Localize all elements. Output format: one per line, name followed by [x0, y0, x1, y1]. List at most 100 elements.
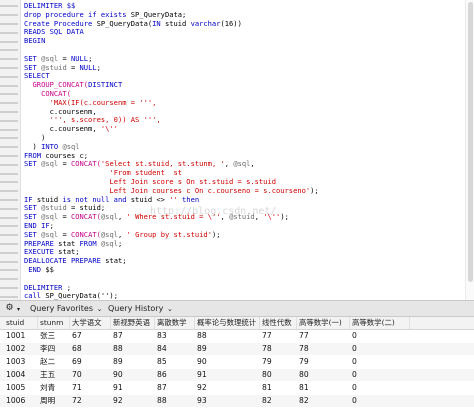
table-row[interactable]: 1004 王五 70 90 86 91 80 80 0 [0, 369, 474, 381]
code-token: DEALLOCATE PREPARE [24, 256, 106, 266]
gutter-marker [0, 111, 18, 113]
gutter-marker [0, 287, 18, 289]
gutter-marker [0, 295, 18, 298]
gutter-marker [0, 269, 18, 272]
code-line: BEGIN [24, 36, 464, 46]
gutter-marker [0, 207, 18, 210]
code-line: READS SQL DATA [24, 27, 464, 37]
table-cell: 88 [197, 331, 207, 340]
column-header[interactable]: stuid [4, 317, 38, 329]
watermark-text: http://blog.csdn.net/ [150, 206, 277, 217]
code-token: @sql [41, 212, 59, 222]
code-token: ; [66, 282, 71, 292]
code-token: INTO [41, 141, 63, 151]
gutter-marker [0, 5, 18, 8]
table-cell: 0 [352, 396, 357, 405]
chevron-down-icon: ▾ [17, 306, 21, 313]
gutter-marker [0, 40, 18, 43]
column-header[interactable]: 高等数学(二) [350, 317, 410, 329]
code-line: GROUP_CONCAT(DISTINCT [24, 80, 464, 90]
table-cell: 92 [197, 383, 207, 392]
code-token: READS SQL DATA [24, 27, 84, 37]
code-token: , [250, 159, 255, 169]
table-cell: 77 [299, 331, 309, 340]
table-row[interactable]: 1001 张三 67 87 83 88 77 77 0 [0, 330, 474, 342]
code-token: ; [49, 220, 54, 230]
column-header[interactable]: 高等数学(一) [297, 317, 350, 329]
query-favorites-button[interactable]: Query Favorites ⌄ [30, 302, 104, 315]
table-cell: 赵二 [40, 357, 56, 366]
code-token: SET [24, 203, 42, 213]
table-cell: 88 [157, 396, 167, 405]
table-row[interactable]: 1002 李四 68 88 84 89 78 78 0 [0, 343, 474, 355]
table-cell: 72 [72, 396, 82, 405]
table-cell: 90 [197, 357, 207, 366]
code-token: (16)) [220, 18, 242, 28]
code-token: PREPARE [24, 238, 59, 248]
editor-vertical-scrollbar[interactable] [465, 0, 474, 300]
code-line: END $$ [24, 265, 464, 275]
code-token: = [58, 212, 71, 222]
code-token: ); [280, 212, 289, 222]
code-token: = [66, 62, 80, 72]
gutter-marker [0, 84, 18, 87]
code-token: @sql [41, 159, 59, 169]
gutter-marker [0, 23, 18, 25]
code-token: ); [310, 185, 319, 195]
code-line: Create Procedure SP_QueryData(IN stuid v… [24, 18, 464, 29]
table-cell: 张三 [40, 331, 56, 340]
chevron-down-icon: ⌄ [166, 305, 173, 313]
gutter-marker [0, 58, 18, 61]
table-cell: 87 [157, 383, 167, 392]
code-token: SET [24, 229, 42, 239]
code-token: BEGIN [24, 36, 46, 46]
column-header[interactable]: 概率论与数理统计 [195, 317, 260, 329]
table-row[interactable]: 1005 刘青 71 91 87 92 81 81 0 [0, 382, 474, 394]
code-token: c.coursenm, [24, 106, 97, 116]
code-token: , [118, 229, 127, 239]
column-header[interactable]: 新视野英语 [111, 317, 155, 329]
column-header[interactable]: stunm [38, 317, 70, 329]
table-cell: 1006 [6, 396, 26, 405]
table-cell: 81 [299, 383, 309, 392]
table-cell: 88 [113, 344, 123, 353]
column-header[interactable]: 大学语文 [70, 317, 111, 329]
code-token: stuid [164, 18, 191, 28]
table-row[interactable]: 1006 周明 72 92 88 93 82 82 0 [0, 395, 474, 407]
gutter-marker [0, 234, 18, 237]
code-token: NULL [79, 62, 97, 72]
table-cell: 79 [262, 357, 272, 366]
code-area[interactable]: DELIMITER $$ drop procedure if exists SP_… [24, 1, 464, 301]
table-cell: 90 [113, 370, 123, 379]
gear-menu-caret[interactable]: ▾ [17, 302, 20, 315]
gutter-marker [0, 190, 18, 193]
table-cell: 1001 [6, 331, 26, 340]
code-token: = [58, 159, 71, 169]
code-token: FROM [24, 150, 46, 160]
table-cell: 89 [197, 344, 207, 353]
code-token: @stuid [41, 203, 67, 213]
column-header[interactable]: 线性代数 [260, 317, 297, 329]
table-row[interactable]: 1003 赵二 69 89 85 90 79 79 0 [0, 356, 474, 368]
code-token: @sql [41, 53, 59, 63]
column-header[interactable]: 离散数学 [155, 317, 195, 329]
gutter-marker [0, 155, 18, 157]
query-history-button[interactable]: Query History ⌄ [108, 302, 174, 315]
gutter-marker [0, 172, 18, 175]
code-token: IF [24, 194, 37, 204]
code-token: ' Group by st.stuid' [126, 229, 212, 239]
sql-editor[interactable]: DELIMITER $$ drop procedure if exists SP_… [0, 0, 474, 300]
table-cell: 0 [352, 383, 357, 392]
code-token: FROM [79, 238, 101, 248]
code-token: @sql [100, 238, 118, 248]
scrollbar-thumb[interactable] [468, 2, 473, 282]
gear-icon[interactable]: ⚙ [4, 302, 15, 315]
gutter-marker [0, 75, 18, 78]
table-cell: 87 [113, 331, 123, 340]
app-window: DELIMITER $$ drop procedure if exists SP_… [0, 0, 474, 411]
gutter-marker [0, 216, 18, 219]
gutter-marker [0, 251, 18, 254]
code-token: is not null and [62, 194, 131, 204]
table-cell: 周明 [40, 396, 56, 405]
